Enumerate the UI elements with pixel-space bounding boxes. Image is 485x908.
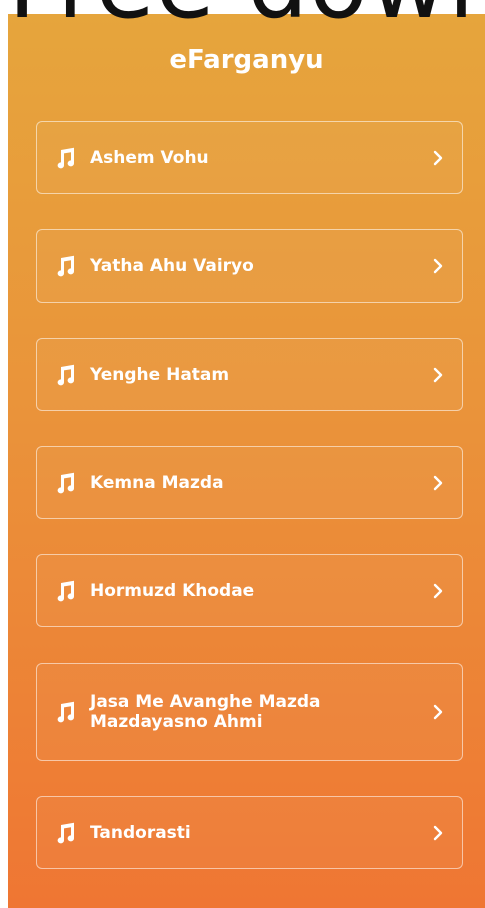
chevron-right-icon	[432, 583, 444, 599]
list-item-kemna-mazda[interactable]: Kemna Mazda	[36, 446, 463, 519]
list-item-tandorasti[interactable]: Tandorasti	[36, 796, 463, 869]
chevron-right-icon	[432, 367, 444, 383]
list-item-yenghe-hatam[interactable]: Yenghe Hatam	[36, 338, 463, 411]
music-note-icon	[53, 363, 77, 387]
music-note-icon	[53, 254, 77, 278]
chevron-right-icon	[432, 825, 444, 841]
list-item-yatha-ahu-vairyo[interactable]: Yatha Ahu Vairyo	[36, 229, 463, 303]
chevron-right-icon	[432, 704, 444, 720]
list-item-label: Hormuzd Khodae	[90, 580, 255, 601]
list-item-label: Yenghe Hatam	[90, 364, 230, 385]
chevron-right-icon	[432, 475, 444, 491]
music-note-icon	[53, 579, 77, 603]
app-title: eFarganyu	[169, 45, 324, 75]
chevron-right-icon	[432, 258, 444, 274]
list-item-jasa-me-avanghe-mazda[interactable]: Jasa Me Avanghe Mazda Mazdayasno Ahmi	[36, 663, 463, 761]
music-note-icon	[53, 471, 77, 495]
music-note-icon	[53, 146, 77, 170]
chevron-right-icon	[432, 150, 444, 166]
list-item-ashem-vohu[interactable]: Ashem Vohu	[36, 121, 463, 194]
list-item-hormuzd-khodae[interactable]: Hormuzd Khodae	[36, 554, 463, 627]
screen: Free downlo eFarganyu Ashem Vohu Yatha A…	[0, 0, 485, 908]
app-panel: eFarganyu Ashem Vohu Yatha Ahu Vairyo Ye…	[8, 14, 485, 908]
list-item-label: Tandorasti	[90, 822, 191, 843]
list-item-label: Kemna Mazda	[90, 472, 224, 493]
list-item-label: Yatha Ahu Vairyo	[90, 256, 254, 276]
music-note-icon	[53, 700, 77, 724]
cropped-heading-text: Free downlo	[0, 0, 485, 24]
music-note-icon	[53, 821, 77, 845]
list-item-label: Jasa Me Avanghe Mazda Mazdayasno Ahmi	[90, 692, 321, 732]
list-item-label: Ashem Vohu	[90, 147, 209, 168]
